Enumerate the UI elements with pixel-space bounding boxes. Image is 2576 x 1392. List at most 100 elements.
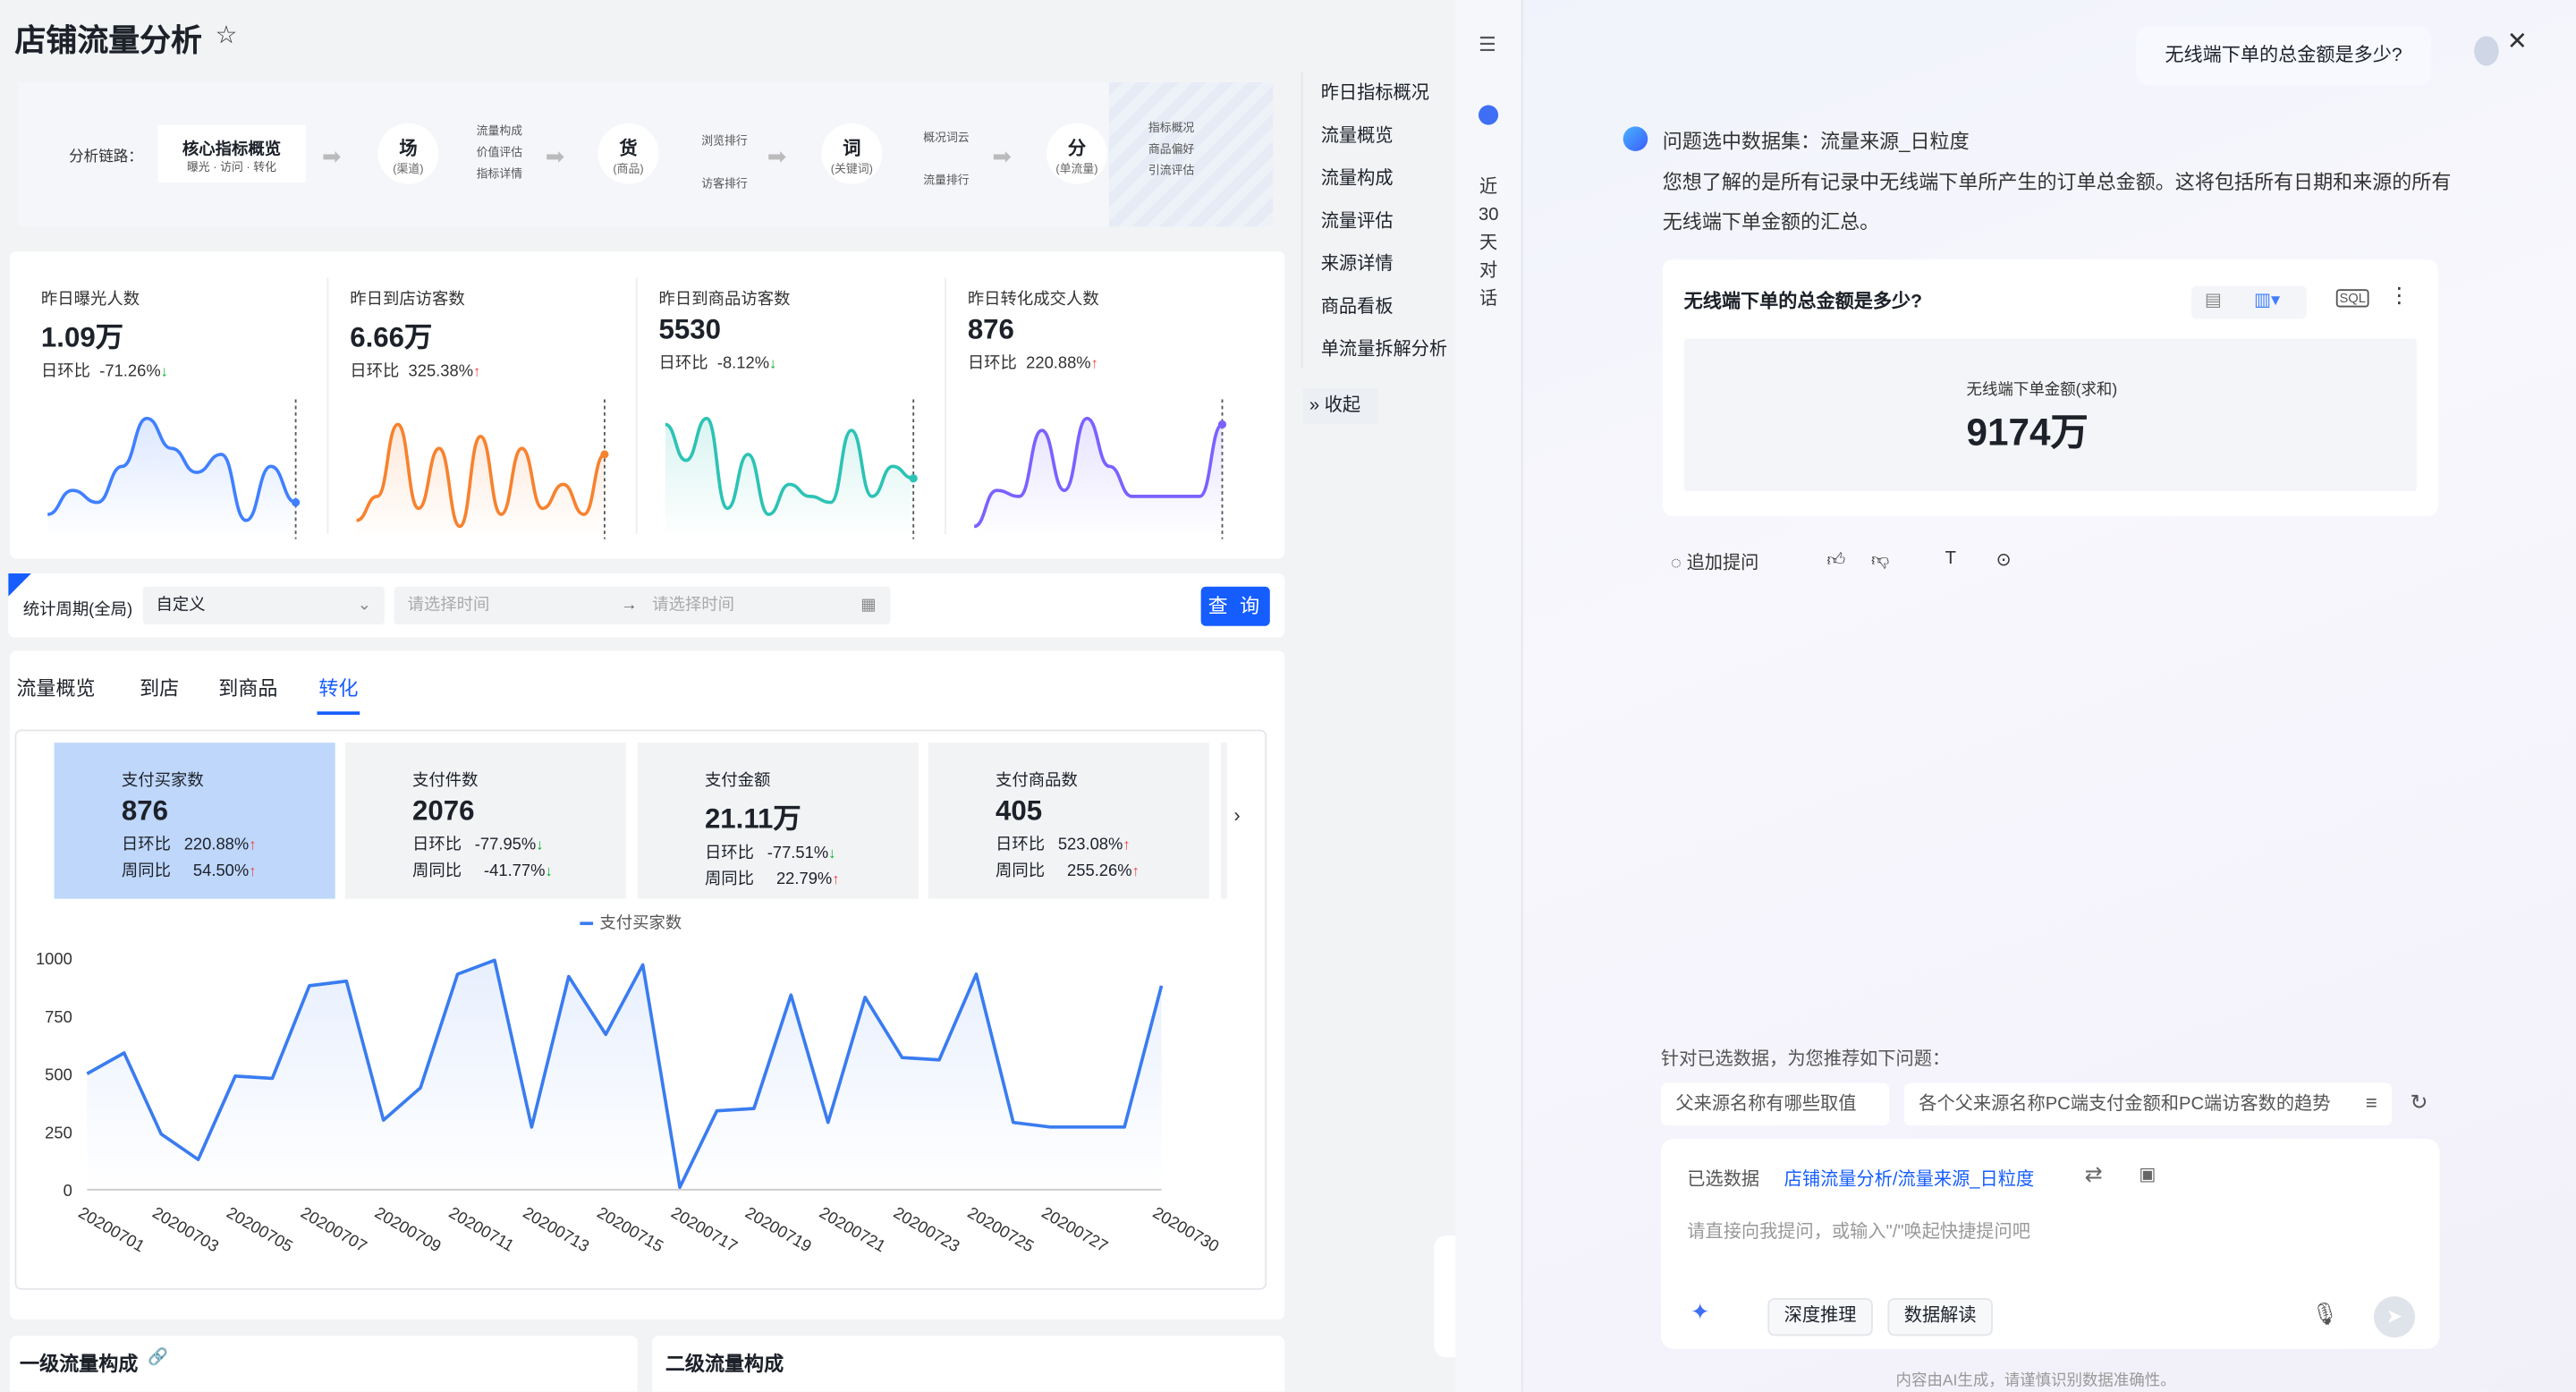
tab-conversion[interactable]: 转化 (318, 674, 358, 701)
nav-item[interactable]: 流量构成 (1303, 157, 1453, 200)
end-date-input[interactable]: 请选择时间 (652, 587, 734, 624)
data-point[interactable] (191, 1153, 205, 1167)
data-point[interactable] (1155, 980, 1168, 993)
deep-reasoning-button[interactable]: 深度推理 (1767, 1297, 1873, 1337)
data-point[interactable] (488, 954, 502, 967)
more-icon[interactable]: ⋮ (2389, 283, 2411, 309)
view-switcher[interactable]: ▤ ▥▾ (2191, 285, 2307, 319)
data-point[interactable] (451, 968, 464, 981)
kpi-card-3[interactable]: 支付商品数 405 日环比 523.08%↑ 周同比 255.26%↑ (928, 743, 1209, 899)
kpi-card-2[interactable]: 支付金额 21.11万 日环比 -77.51%↓ 周同比 22.79%↑ (637, 743, 919, 899)
data-point[interactable] (710, 1104, 724, 1117)
favorite-star-icon[interactable]: ☆ (216, 20, 238, 49)
send-icon[interactable]: ➤ (2374, 1296, 2415, 1338)
item[interactable]: 概况词云 (923, 118, 969, 161)
data-point[interactable] (821, 1116, 835, 1129)
data-point[interactable] (303, 980, 317, 993)
data-point[interactable] (117, 1047, 131, 1060)
sql-icon[interactable]: SQL (2335, 289, 2369, 308)
table-view-icon[interactable]: ▤ (2205, 289, 2222, 310)
data-point[interactable] (377, 1114, 390, 1127)
item[interactable]: 浏览排行 (701, 122, 747, 165)
data-point[interactable] (748, 1102, 761, 1116)
nav-item[interactable]: 流量概览 (1303, 115, 1453, 158)
data-point[interactable] (970, 968, 983, 981)
node-split[interactable]: 分 (单流量) (1046, 123, 1107, 184)
data-point[interactable] (1080, 1121, 1094, 1134)
data-point[interactable] (895, 1051, 909, 1065)
data-point[interactable] (1044, 1121, 1057, 1134)
more-circle-icon[interactable]: ⊙ (1996, 548, 2012, 570)
data-point[interactable] (80, 1067, 94, 1081)
item[interactable]: 流量排行 (923, 161, 969, 204)
core-metrics-node[interactable]: 核心指标概览 曝光 · 访问 · 转化 (157, 124, 306, 182)
sparkline-end-point (909, 474, 918, 483)
tab-overview[interactable]: 流量概览 (16, 674, 95, 701)
chevron-right-icon[interactable]: › (1233, 803, 1240, 827)
chart-legend[interactable]: 支付买家数 (580, 913, 682, 932)
item[interactable]: 商品偏好 (1148, 140, 1194, 161)
data-point[interactable] (1007, 1116, 1021, 1129)
data-point[interactable] (636, 958, 649, 972)
nav-item[interactable]: 昨日指标概况 (1303, 72, 1453, 115)
item[interactable]: 访客排行 (701, 165, 747, 208)
thumbs-up-icon[interactable]: 👍︎ (1826, 548, 1845, 570)
item[interactable]: 指标详情 (477, 165, 522, 186)
data-point[interactable] (859, 990, 872, 1004)
suggestion-chip[interactable]: 父来源名称有哪些取值 (1660, 1082, 1890, 1126)
tab-store[interactable]: 到店 (140, 674, 179, 701)
swap-icon[interactable]: ⇄ (2085, 1162, 2103, 1188)
selected-dataset-link[interactable]: 店铺流量分析/流量来源_日粒度 (1784, 1165, 2035, 1191)
ai-launcher-tab[interactable] (1434, 1235, 1458, 1358)
list-icon[interactable]: ≡ (2366, 1091, 2377, 1115)
kpi-card-1[interactable]: 支付件数 2076 日环比 -77.95%↓ 周同比 -41.77%↓ (344, 743, 626, 899)
microphone-icon[interactable]: 🎙︎ (2311, 1302, 2338, 1328)
data-interpret-button[interactable]: 数据解读 (1887, 1297, 1993, 1337)
menu-icon[interactable]: ☰ (1479, 33, 1496, 56)
node-goods[interactable]: 货 (商品) (597, 123, 659, 184)
magic-wand-icon[interactable]: ✦ (1690, 1298, 1710, 1326)
data-point[interactable] (414, 1081, 428, 1094)
tab-goods[interactable]: 到商品 (218, 674, 277, 701)
dataset-icon[interactable]: ▣ (2139, 1163, 2156, 1184)
thumbs-down-icon[interactable]: 👎︎ (1871, 548, 1890, 570)
text-format-icon[interactable]: T (1945, 548, 1956, 568)
data-point[interactable] (340, 974, 353, 988)
calendar-icon[interactable]: ▦ (860, 587, 876, 624)
data-point[interactable] (155, 1127, 168, 1141)
close-icon[interactable]: ✕ (2507, 26, 2528, 55)
data-point[interactable] (599, 1028, 613, 1041)
data-point[interactable] (562, 970, 575, 983)
chat-icon[interactable] (1479, 105, 1499, 125)
recent-conversations[interactable]: 近30天对话 (1479, 174, 1498, 314)
data-point[interactable] (525, 1121, 538, 1134)
item[interactable]: 指标概况 (1148, 118, 1194, 140)
kpi-card-0[interactable]: 支付买家数 876 日环比 220.88%↑ 周同比 54.50%↑ (54, 743, 335, 899)
item[interactable]: 引流评估 (1148, 161, 1194, 182)
question-input[interactable]: 请直接向我提问，或输入"/"唤起快捷提问吧 (1687, 1218, 2030, 1243)
period-select[interactable]: 自定义 ⌄ (142, 586, 385, 624)
data-point[interactable] (229, 1070, 242, 1083)
chart-view-icon[interactable]: ▥▾ (2254, 289, 2280, 310)
nav-item[interactable]: 商品看板 (1303, 286, 1453, 329)
followup-button[interactable]: ◌ 追加提问 (1671, 554, 1758, 573)
item[interactable]: 流量构成 (477, 122, 522, 143)
node-scene[interactable]: 场 (渠道) (377, 123, 439, 184)
data-point[interactable] (266, 1072, 279, 1085)
item[interactable]: 价值评估 (477, 143, 522, 165)
refresh-icon[interactable]: ↻ (2410, 1090, 2428, 1116)
data-point[interactable] (784, 989, 798, 1002)
link-icon[interactable]: 🔗 (148, 1349, 168, 1367)
node-keyword[interactable]: 词 (关键词) (821, 123, 883, 184)
query-button[interactable]: 查 询 (1200, 586, 1270, 626)
nav-item[interactable]: 流量评估 (1303, 200, 1453, 243)
collapse-button[interactable]: » 收起 (1302, 387, 1378, 424)
date-range-picker[interactable]: 请选择时间 → 请选择时间 ▦ (394, 586, 891, 624)
nav-item[interactable]: 来源详情 (1303, 243, 1453, 286)
data-point[interactable] (674, 1181, 687, 1194)
start-date-input[interactable]: 请选择时间 (408, 587, 490, 624)
data-point[interactable] (1118, 1121, 1131, 1134)
suggestion-chip[interactable]: 各个父来源名称PC端支付金额和PC端访客数的趋势 (1903, 1082, 2393, 1126)
nav-item[interactable]: 单流量拆解分析 (1303, 328, 1453, 371)
data-point[interactable] (933, 1053, 946, 1066)
